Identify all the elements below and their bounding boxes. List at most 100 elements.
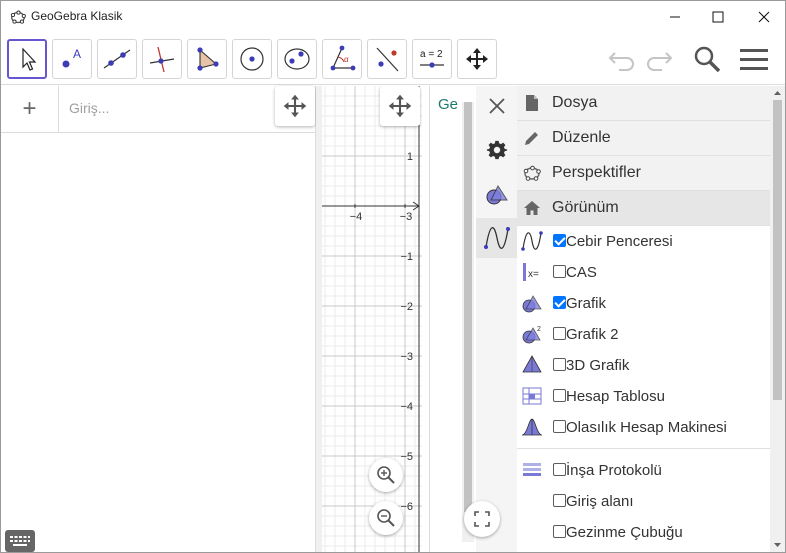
checkbox-cas[interactable]	[553, 265, 566, 278]
scroll-up-icon[interactable]	[770, 88, 785, 98]
file-icon	[526, 95, 538, 111]
graphics-view-icon	[486, 184, 508, 205]
view-item-label: Grafik 2	[566, 326, 619, 343]
y-tick-label: −3	[400, 351, 413, 363]
x-tick-label: −4	[350, 211, 363, 223]
algebra-view-icon	[483, 227, 510, 249]
checkbox-graphics[interactable]	[553, 296, 566, 309]
menu-view[interactable]: Görünüm	[517, 191, 770, 226]
checkbox-navigation-bar[interactable]	[553, 525, 566, 538]
3d-graphics-view-icon	[522, 355, 542, 373]
y-tick-label: −5	[400, 451, 413, 463]
svg-text:2: 2	[537, 326, 541, 333]
view-item-navigation-bar[interactable]: Gezinme Çubuğu	[517, 517, 770, 548]
y-tick-label: −1	[400, 251, 413, 263]
view-item-spreadsheet[interactable]: Hesap Tablosu	[517, 381, 770, 412]
checkbox-input-bar[interactable]	[553, 494, 566, 507]
side-panel-scrollbar[interactable]	[462, 102, 474, 542]
view-item-graphics[interactable]: Grafik	[517, 288, 770, 319]
checkbox-probability[interactable]	[553, 420, 566, 433]
algebra-view-move-button[interactable]	[275, 86, 315, 126]
ellipse-icon	[284, 48, 310, 70]
scroll-down-icon[interactable]	[770, 540, 785, 550]
svg-text:x=: x=	[528, 269, 539, 280]
polygon-icon	[197, 47, 219, 71]
reflect-tool-button[interactable]	[367, 39, 407, 79]
graphics-style-button[interactable]	[476, 174, 517, 214]
view-item-probability[interactable]: Olasılık Hesap Makinesi	[517, 412, 770, 443]
move-tool-button[interactable]	[7, 39, 47, 79]
menu-file[interactable]: Dosya	[517, 86, 770, 121]
point-tool-button[interactable]: A	[52, 39, 92, 79]
perpendicular-line-tool-button[interactable]	[142, 39, 182, 79]
move-view-icon	[466, 48, 488, 70]
maximize-icon	[712, 11, 724, 22]
circle-tool-button[interactable]	[232, 39, 272, 79]
maximize-button[interactable]	[695, 1, 741, 32]
checkbox-graphics-2[interactable]	[553, 327, 566, 340]
view-item-graphics-2[interactable]: 2 Grafik 2	[517, 319, 770, 350]
view-item-input-bar[interactable]: Giriş alanı	[517, 486, 770, 517]
algebra-style-button[interactable]	[476, 218, 517, 258]
angle-tool-button[interactable]: α	[322, 39, 362, 79]
line-tool-button[interactable]	[97, 39, 137, 79]
slider-tool-button[interactable]: a = 2	[412, 39, 452, 79]
circle-center-point-icon	[240, 47, 264, 71]
algebra-view-icon	[521, 231, 543, 251]
zoom-out-button[interactable]	[369, 501, 403, 535]
search-icon	[694, 46, 721, 73]
menu-perspectives[interactable]: Perspektifler	[517, 156, 770, 191]
algebra-input[interactable]: Giriş...	[69, 100, 109, 116]
graphics-view[interactable]: 1 −1 −2 −3 −4 −5 −6 −4 −3	[322, 86, 422, 552]
view-item-cas[interactable]: x= CAS	[517, 257, 770, 288]
side-panel-view: Ge	[429, 86, 476, 552]
menu-edit-label: Düzenle	[552, 129, 611, 146]
virtual-keyboard-button[interactable]	[5, 530, 35, 552]
main-menu-panel: Dosya Düzenle Perspektifler Görünüm Cebi…	[517, 86, 770, 552]
redo-button[interactable]	[641, 41, 677, 77]
menu-scrollbar[interactable]	[770, 86, 785, 552]
view-item-3d-graphics[interactable]: 3D Grafik	[517, 350, 770, 381]
hamburger-menu-icon	[740, 49, 768, 70]
ellipse-tool-button[interactable]	[277, 39, 317, 79]
polygon-tool-button[interactable]	[187, 39, 227, 79]
checkbox-algebra[interactable]	[553, 234, 566, 247]
close-icon	[488, 98, 505, 114]
view-item-label: Hesap Tablosu	[566, 388, 665, 405]
scrollbar-thumb[interactable]	[464, 102, 472, 512]
checkbox-3d-graphics[interactable]	[553, 358, 566, 371]
settings-button[interactable]	[476, 130, 517, 170]
search-button[interactable]	[689, 41, 725, 77]
geogebra-window: GeoGebra Klasik A α a = 2 + Giriş... 1 −…	[0, 0, 786, 553]
undo-icon	[608, 52, 634, 71]
move-view-icon	[283, 94, 307, 118]
view-item-label: Grafik	[566, 295, 607, 312]
add-item-button[interactable]: +	[1, 86, 59, 132]
checkbox-spreadsheet[interactable]	[553, 389, 566, 402]
menu-edit[interactable]: Düzenle	[517, 121, 770, 156]
close-menu-button[interactable]	[476, 86, 517, 126]
main-menu-button[interactable]	[736, 41, 772, 77]
line-icon	[103, 49, 131, 69]
window-title: GeoGebra Klasik	[31, 9, 123, 23]
tool-bar: A α a = 2	[1, 32, 785, 85]
checkbox-construction-protocol[interactable]	[553, 463, 566, 476]
move-graphics-view-tool-button[interactable]	[457, 39, 497, 79]
perpendicular-line-icon	[149, 46, 175, 73]
graphics-view-move-button[interactable]	[380, 86, 420, 126]
zoom-in-button[interactable]	[369, 458, 403, 492]
pencil-icon	[525, 132, 538, 145]
graphics-view-icon	[522, 295, 542, 313]
scrollbar-thumb[interactable]	[773, 100, 782, 400]
fullscreen-icon	[474, 511, 490, 527]
zoom-in-icon	[377, 466, 395, 484]
view-item-algebra[interactable]: Cebir Penceresi	[517, 226, 770, 257]
view-item-label: Giriş alanı	[566, 493, 634, 510]
fullscreen-button[interactable]	[464, 501, 500, 537]
view-item-construction-protocol[interactable]: İnşa Protokolü	[517, 455, 770, 486]
x-tick-label: −3	[400, 211, 413, 223]
minimize-button[interactable]	[652, 1, 698, 32]
undo-button[interactable]	[604, 41, 640, 77]
menu-divider	[517, 448, 770, 449]
close-window-button[interactable]	[741, 1, 785, 32]
